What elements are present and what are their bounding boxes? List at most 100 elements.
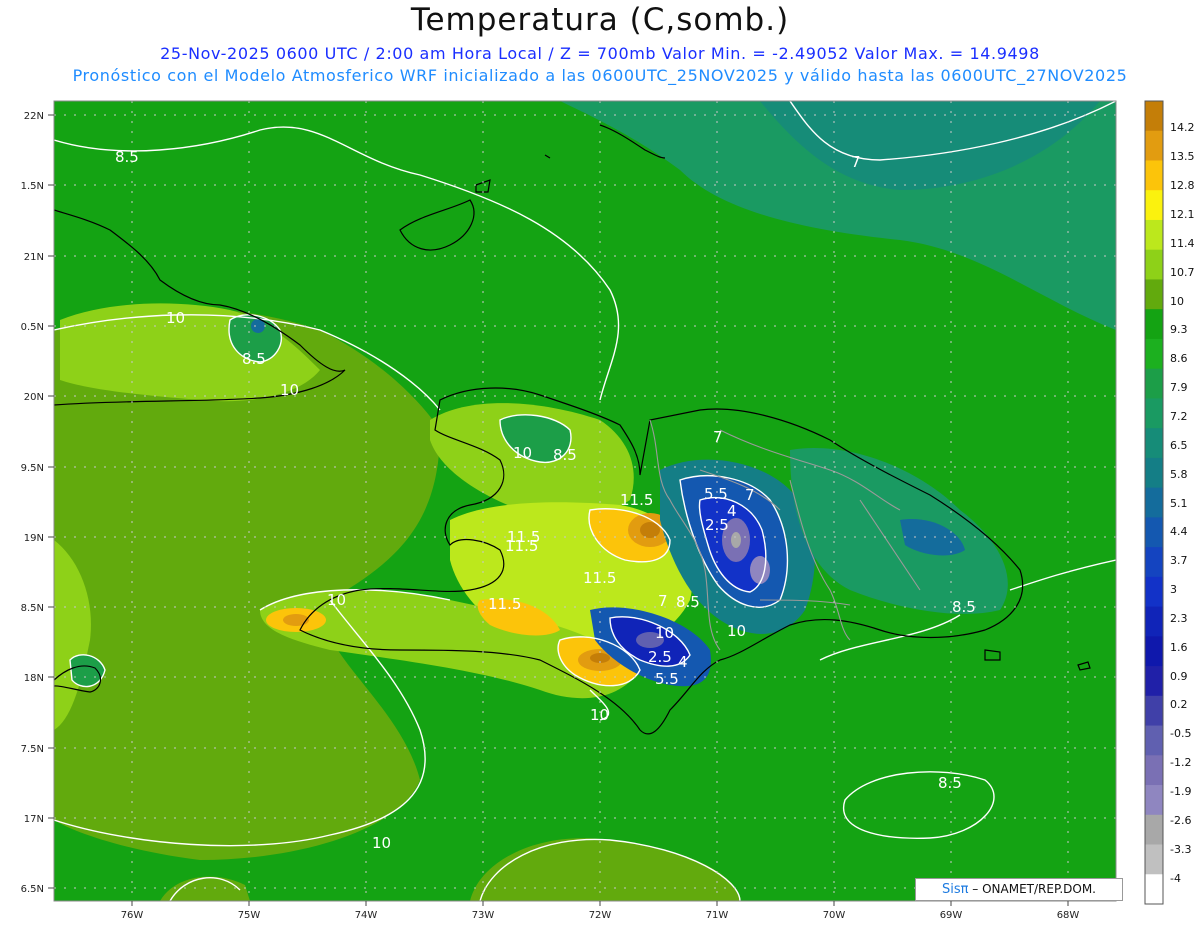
contour-label: 11.5 (620, 491, 653, 509)
colorbar-label: 0.2 (1170, 698, 1188, 711)
contour-label: 7 (745, 486, 755, 504)
colorbar-swatch (1145, 190, 1163, 221)
contour-label: 5.5 (704, 485, 728, 503)
contour-label: 10 (166, 309, 185, 327)
colorbar-swatch (1145, 666, 1163, 697)
colorbar-swatch (1145, 219, 1163, 251)
contour-label: 5.5 (655, 670, 679, 688)
colorbar-swatch (1145, 398, 1163, 429)
contour-label: 4 (678, 653, 688, 671)
lat-tick-label: 18N (24, 673, 44, 684)
colorbar-label: -1.2 (1170, 756, 1191, 769)
colorbar-label: 13.5 (1170, 150, 1195, 163)
colorbar: 14.2 13.5 12.8 12.1 11.4 10.7 10 9.3 8.6… (1144, 100, 1195, 905)
lat-tick-label: 7.5N (21, 744, 44, 755)
lat-tick-label: 17N (24, 814, 44, 825)
lon-tick-label: 69W (940, 910, 963, 921)
colorbar-label: -4 (1170, 872, 1181, 885)
contour-label: 10 (727, 622, 746, 640)
logo-text: – ONAMET/REP.DOM. (968, 882, 1096, 896)
contour-label: 10 (280, 381, 299, 399)
colorbar-swatch (1145, 249, 1163, 280)
colorbar-swatch (1145, 279, 1163, 310)
contour-label: 11.5 (488, 595, 521, 613)
onamet-logo: Sisπ – ONAMET/REP.DOM. (915, 878, 1123, 901)
colorbar-label: 7.9 (1170, 381, 1188, 394)
contour-label: 8.5 (242, 350, 266, 368)
contour-label: 7 (851, 153, 861, 171)
contour-label: 8.5 (952, 598, 976, 616)
lat-tick-label: 19N (24, 533, 44, 544)
colorbar-swatch (1145, 785, 1163, 816)
contour-label: 10 (590, 706, 609, 724)
colorbar-label: 9.3 (1170, 323, 1188, 336)
colorbar-label: 5.8 (1170, 468, 1188, 481)
colorbar-label: 7.2 (1170, 410, 1188, 423)
lon-tick-label: 76W (121, 910, 144, 921)
colorbar-swatch (1145, 814, 1163, 846)
contour-label: 8.5 (938, 774, 962, 792)
lat-tick-label: 21N (24, 252, 44, 263)
colorbar-label: -0.5 (1170, 727, 1191, 740)
contour-label: 10 (655, 624, 674, 642)
contour-label: 8.5 (676, 593, 700, 611)
colorbar-swatch (1145, 547, 1163, 578)
colorbar-swatch (1145, 487, 1163, 518)
contour-label: 10 (513, 444, 532, 462)
colorbar-label: -1.9 (1170, 785, 1191, 798)
colorbar-label: 6.5 (1170, 439, 1188, 452)
colorbar-label: 1.6 (1170, 641, 1188, 654)
colorbar-swatch (1145, 160, 1163, 191)
colorbar-swatch (1145, 695, 1163, 727)
colorbar-swatch (1145, 755, 1163, 786)
colorbar-label: 12.8 (1170, 179, 1195, 192)
contour-label: 8.5 (553, 446, 577, 464)
colorbar-swatch (1145, 338, 1163, 370)
contour-label: 2.5 (705, 516, 729, 534)
lon-tick-label: 71W (706, 910, 729, 921)
lon-tick-label: 72W (589, 910, 612, 921)
colorbar-label: 8.6 (1170, 352, 1188, 365)
colorbar-label: 4.4 (1170, 525, 1188, 538)
lat-tick-label: 0.5N (21, 322, 44, 333)
colorbar-swatch (1145, 309, 1163, 340)
contour-label: 10 (327, 591, 346, 609)
colorbar-label: 12.1 (1170, 208, 1195, 221)
latitude-axis: 22N 1.5N 21N 0.5N 20N 9.5N 19N 8.5N 18N … (21, 111, 54, 895)
contour-label: 7 (658, 592, 668, 610)
colorbar-label: 5.1 (1170, 497, 1188, 510)
colorbar-label: 10.7 (1170, 266, 1195, 279)
colorbar-swatch (1145, 517, 1163, 548)
colorbar-label: 11.4 (1170, 237, 1195, 250)
contour-label: 10 (372, 834, 391, 852)
contour-label: 11.5 (583, 569, 616, 587)
contour-label: 7 (713, 428, 723, 446)
colorbar-swatch (1145, 428, 1163, 459)
colorbar-swatch (1145, 576, 1163, 608)
colorbar-label: -3.3 (1170, 843, 1191, 856)
lon-tick-label: 75W (238, 910, 261, 921)
colorbar-swatch (1145, 874, 1163, 905)
colorbar-label: 3.7 (1170, 554, 1188, 567)
colorbar-label: 0.9 (1170, 670, 1188, 683)
colorbar-swatch (1145, 101, 1163, 132)
lat-tick-label: 22N (24, 111, 44, 122)
colorbar-swatch (1145, 636, 1163, 667)
colorbar-swatches (1145, 101, 1163, 905)
lat-tick-label: 6.5N (21, 884, 44, 895)
lat-tick-label: 1.5N (21, 181, 44, 192)
contour-label: 11.5 (507, 528, 540, 546)
lat-tick-label: 9.5N (21, 463, 44, 474)
temperature-map: 8.5 7 10 8.5 10 10 8.5 11.5 5.5 7 4 2.5 … (21, 100, 1195, 921)
lon-tick-label: 73W (472, 910, 495, 921)
colorbar-swatch (1145, 368, 1163, 399)
contour-label: 2.5 (648, 648, 672, 666)
colorbar-swatch (1145, 844, 1163, 875)
lat-tick-label: 20N (24, 392, 44, 403)
colorbar-swatch (1145, 606, 1163, 637)
colorbar-label: 10 (1170, 295, 1184, 308)
colorbar-label: 2.3 (1170, 612, 1188, 625)
colorbar-swatch (1145, 725, 1163, 756)
lon-tick-label: 68W (1057, 910, 1080, 921)
longitude-axis: 76W 75W 74W 73W 72W 71W 70W 69W 68W (121, 901, 1080, 921)
